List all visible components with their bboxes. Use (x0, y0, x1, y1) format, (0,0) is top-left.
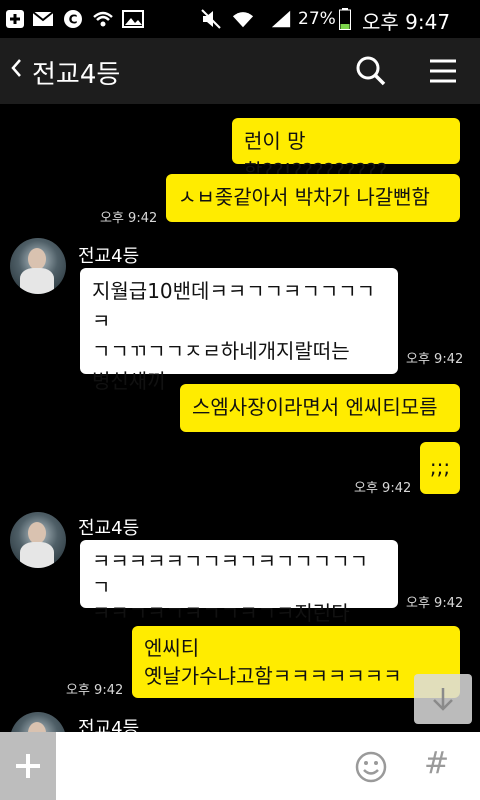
chat-title: 전교4등 (32, 60, 121, 90)
mail-icon (32, 8, 54, 30)
scroll-down-button[interactable] (414, 674, 472, 724)
battery-percent: 27% (298, 9, 336, 29)
c-icon: C (62, 8, 84, 30)
chat-header: 전교4등 (0, 38, 480, 104)
message-time: 오후 9:42 (406, 596, 464, 611)
their-message-bubble[interactable]: 지월급10밴데ㅋㅋㄱㄱㅋㄱㄱㄱㄱㅋ ㄱㄱㄲㄱㄱㅈㄹ하네개지랄떠는 병신새끼 (80, 268, 398, 393)
sender-name: 전교4등 (78, 246, 140, 267)
their-message-bubble[interactable]: ㅋㅋㅋㅋㅋㄱㄱㅋㄱㅋㄱㄱㄱㄱㄱㄱ ㅋㅋㄱㅋㄱㅋㄱㄱㅋㄱㅋ지린다 (80, 540, 398, 625)
my-message-bubble[interactable]: ;;; (420, 442, 460, 494)
my-message-bubble[interactable]: ㅅㅂ좆같아서 박차가 나갈뻔함 (166, 174, 460, 222)
chat-area: 런이 망함??!????????? 오후 9:42 ㅅㅂ좆같아서 박차가 나갈뻔… (0, 104, 480, 732)
hash-icon[interactable]: # (424, 746, 449, 781)
image-icon (122, 8, 144, 30)
back-icon[interactable] (10, 56, 24, 86)
message-input[interactable] (56, 732, 346, 800)
message-time: 오후 9:42 (406, 352, 464, 367)
sender-name: 전교4등 (78, 518, 140, 539)
status-time: 오후 9:47 (362, 10, 451, 34)
sender-name: 전교4등 (78, 718, 140, 732)
my-message-bubble[interactable]: 런이 망함??!????????? (232, 118, 460, 183)
search-icon[interactable] (352, 52, 390, 90)
message-time: 오후 9:42 (66, 683, 124, 698)
input-bar: # (0, 732, 480, 800)
message-time: 오후 9:42 (354, 481, 412, 496)
status-bar: C 27% 오후 9:47 (0, 0, 480, 38)
avatar[interactable] (10, 238, 66, 294)
wifi-icon (232, 8, 254, 30)
plus-icon (12, 752, 44, 784)
my-message-bubble[interactable]: 스엠사장이라면서 엔씨티모름 (180, 384, 460, 432)
scroll-down-icon (431, 686, 455, 716)
message-time: 오후 9:42 (100, 211, 158, 226)
menu-icon[interactable] (424, 52, 462, 90)
battery-icon (338, 8, 352, 30)
plus-icon (4, 8, 26, 30)
my-message-bubble[interactable]: 엔씨티 옛날가수냐고함ㅋㅋㅋㅋㅋㅋㅋ (132, 626, 460, 698)
svg-text:C: C (69, 13, 78, 27)
attach-button[interactable] (0, 732, 56, 800)
avatar[interactable] (10, 712, 66, 732)
mute-icon (200, 8, 222, 30)
avatar[interactable] (10, 512, 66, 568)
emoji-icon[interactable] (354, 750, 388, 784)
signal-icon (270, 8, 292, 30)
wifi-call-icon (92, 8, 114, 30)
